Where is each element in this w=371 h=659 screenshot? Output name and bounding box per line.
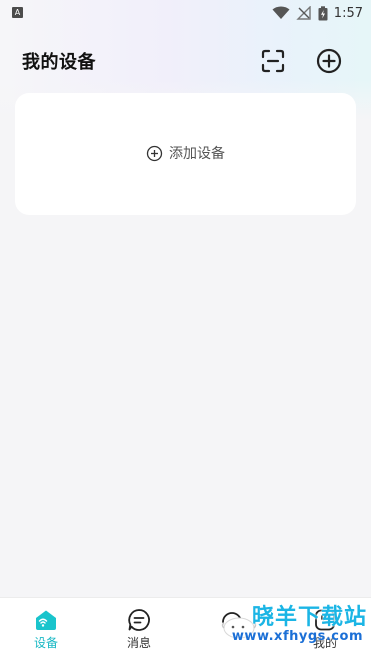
status-icons: 1:57 — [272, 4, 363, 22]
tab-bar: 设备 消息 我的 — [0, 597, 371, 659]
no-signal-icon — [296, 6, 311, 20]
add-circle-icon — [146, 145, 163, 161]
assistant-icon — [220, 608, 244, 632]
tab-messages[interactable]: 消息 — [94, 598, 184, 659]
page-title: 我的设备 — [22, 52, 96, 73]
add-device-button[interactable]: 添加设备 — [15, 143, 356, 163]
scan-icon — [261, 49, 285, 73]
add-device-label: 添加设备 — [169, 146, 225, 162]
notification-badge: A — [12, 7, 23, 18]
tab-label: 消息 — [126, 636, 151, 650]
add-circle-icon — [316, 48, 342, 74]
tab-devices[interactable]: 设备 — [1, 598, 91, 659]
status-time: 1:57 — [333, 5, 363, 21]
home-device-icon — [34, 608, 58, 632]
tab-profile[interactable]: 我的 — [280, 598, 370, 659]
scan-button[interactable] — [258, 46, 288, 76]
message-icon — [127, 608, 151, 632]
battery-charging-icon — [318, 5, 328, 20]
add-device-header-button[interactable] — [314, 46, 344, 76]
device-card: 添加设备 — [15, 93, 356, 215]
profile-icon — [313, 608, 337, 632]
tab-label: 我的 — [312, 636, 337, 650]
status-bar: A 1:57 — [0, 0, 371, 26]
tab-label: 设备 — [33, 636, 58, 650]
tab-assistant[interactable] — [187, 598, 277, 659]
wifi-icon — [272, 6, 290, 19]
